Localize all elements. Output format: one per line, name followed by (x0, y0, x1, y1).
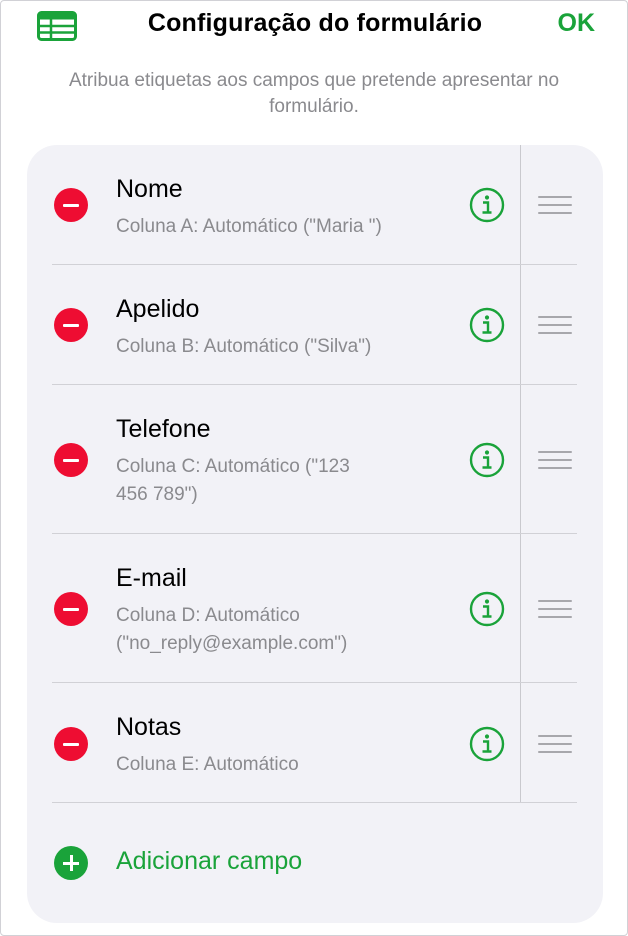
info-circle-icon[interactable] (469, 726, 505, 762)
minus-circle-icon[interactable] (54, 592, 88, 626)
field-description-line: Coluna E: Automático (116, 754, 299, 775)
row-divider (52, 802, 577, 803)
field-description-line: 456 789") (116, 484, 198, 505)
field-description: Coluna D: Automático ("no_reply@example.… (116, 602, 416, 658)
info-circle-icon[interactable] (469, 442, 505, 478)
field-description: Coluna A: Automático ("Maria ") (116, 213, 416, 241)
field-name: E-mail (116, 564, 187, 592)
info-circle-icon[interactable] (469, 307, 505, 343)
reorder-grip-icon[interactable] (538, 600, 574, 620)
plus-circle-icon[interactable] (54, 846, 88, 880)
info-circle-icon[interactable] (469, 187, 505, 223)
ok-button[interactable]: OK (558, 9, 596, 38)
field-description-line: ("no_reply@example.com") (116, 633, 348, 654)
field-description-line: Coluna C: Automático ("123 (116, 456, 350, 477)
field-row-apelido: Apelido Coluna B: Automático ("Silva") (27, 265, 603, 385)
field-row-email: E-mail Coluna D: Automático ("no_reply@e… (27, 534, 603, 683)
minus-circle-icon[interactable] (54, 188, 88, 222)
reorder-grip-icon[interactable] (538, 196, 574, 216)
field-description-line: Coluna B: Automático ("Silva") (116, 336, 372, 357)
field-row-notas: Notas Coluna E: Automático (27, 683, 603, 802)
field-description: Coluna C: Automático ("123 456 789") (116, 453, 416, 509)
field-description: Coluna B: Automático ("Silva") (116, 333, 416, 361)
instructions-text: Atribua etiquetas aos campos que pretend… (68, 70, 560, 117)
field-name: Apelido (116, 295, 200, 323)
add-field-button[interactable]: Adicionar campo (116, 847, 302, 876)
field-name: Telefone (116, 415, 211, 443)
header: Configuração do formulário OK (1, 1, 627, 49)
field-row-nome: Nome Coluna A: Automático ("Maria ") (27, 145, 603, 265)
field-row-telefone: Telefone Coluna C: Automático ("123 456 … (27, 385, 603, 534)
reorder-grip-icon[interactable] (538, 451, 574, 471)
fields-list: Nome Coluna A: Automático ("Maria ") Ape… (27, 145, 603, 923)
info-circle-icon[interactable] (469, 591, 505, 627)
minus-circle-icon[interactable] (54, 727, 88, 761)
field-description: Coluna E: Automático (116, 751, 416, 779)
field-description-line: Coluna D: Automático (116, 605, 300, 626)
reorder-grip-icon[interactable] (538, 316, 574, 336)
form-settings-sheet: Configuração do formulário OK Atribua et… (0, 0, 628, 936)
field-name: Nome (116, 175, 183, 203)
minus-circle-icon[interactable] (54, 308, 88, 342)
field-description-line: Coluna A: Automático ("Maria ") (116, 216, 382, 237)
reorder-grip-icon[interactable] (538, 735, 574, 755)
page-title: Configuração do formulário (147, 9, 483, 37)
field-name: Notas (116, 713, 182, 741)
minus-circle-icon[interactable] (54, 443, 88, 477)
